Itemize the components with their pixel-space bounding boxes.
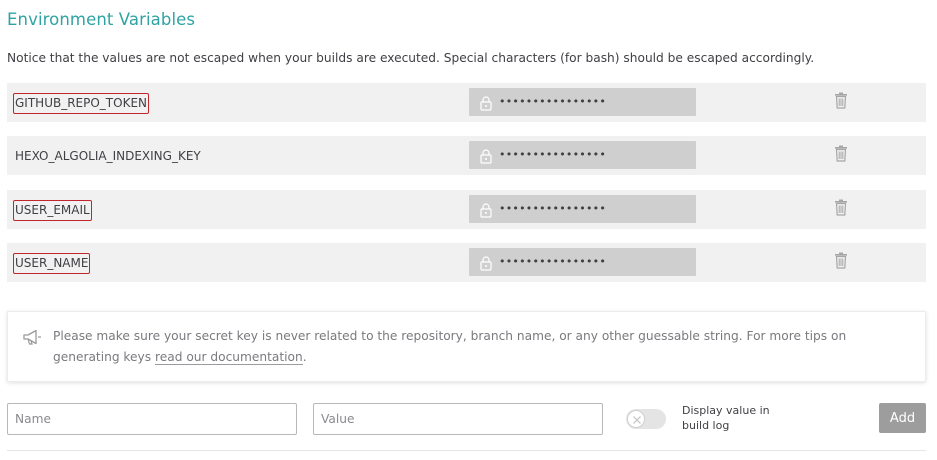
tip-text: Please make sure your secret key is neve… <box>53 326 913 368</box>
close-icon <box>633 416 641 424</box>
tip-suffix: . <box>302 350 307 364</box>
env-var-value-field: •••••••••••••••• <box>469 141 696 169</box>
security-tip: Please make sure your secret key is neve… <box>7 311 926 382</box>
trash-icon[interactable] <box>834 92 848 109</box>
megaphone-icon <box>23 329 41 345</box>
lock-icon <box>480 203 492 218</box>
add-button[interactable]: Add <box>879 403 926 433</box>
env-var-name: HEXO_ALGOLIA_INDEXING_KEY <box>15 149 201 163</box>
documentation-link[interactable]: read our documentation <box>155 350 303 365</box>
masked-value: •••••••••••••••• <box>499 95 607 108</box>
env-var-row: USER_EMAIL •••••••••••••••• <box>7 190 926 229</box>
toggle-knob <box>627 410 645 428</box>
lock-icon <box>480 149 492 164</box>
env-var-value-field: •••••••••••••••• <box>469 248 696 276</box>
masked-value: •••••••••••••••• <box>499 148 607 161</box>
env-var-name: USER_EMAIL <box>13 200 92 221</box>
name-input[interactable] <box>7 403 297 435</box>
lock-icon <box>480 256 492 271</box>
value-input[interactable] <box>313 403 603 435</box>
env-var-name: GITHUB_REPO_TOKEN <box>13 93 150 114</box>
env-var-name: USER_NAME <box>13 253 91 274</box>
section-title: Environment Variables <box>7 10 196 29</box>
display-value-toggle[interactable] <box>626 409 666 429</box>
trash-icon[interactable] <box>834 145 848 162</box>
env-var-row: USER_NAME •••••••••••••••• <box>7 243 926 282</box>
escape-notice: Notice that the values are not escaped w… <box>7 51 815 65</box>
toggle-label: Display value in build log <box>682 404 770 432</box>
lock-icon <box>480 96 492 111</box>
env-var-row: HEXO_ALGOLIA_INDEXING_KEY ••••••••••••••… <box>7 136 926 175</box>
masked-value: •••••••••••••••• <box>499 255 607 268</box>
env-var-value-field: •••••••••••••••• <box>469 88 696 116</box>
env-var-value-field: •••••••••••••••• <box>469 195 696 223</box>
divider <box>7 450 926 451</box>
trash-icon[interactable] <box>834 199 848 216</box>
env-var-row: GITHUB_REPO_TOKEN •••••••••••••••• <box>7 83 926 122</box>
trash-icon[interactable] <box>834 252 848 269</box>
masked-value: •••••••••••••••• <box>499 202 607 215</box>
